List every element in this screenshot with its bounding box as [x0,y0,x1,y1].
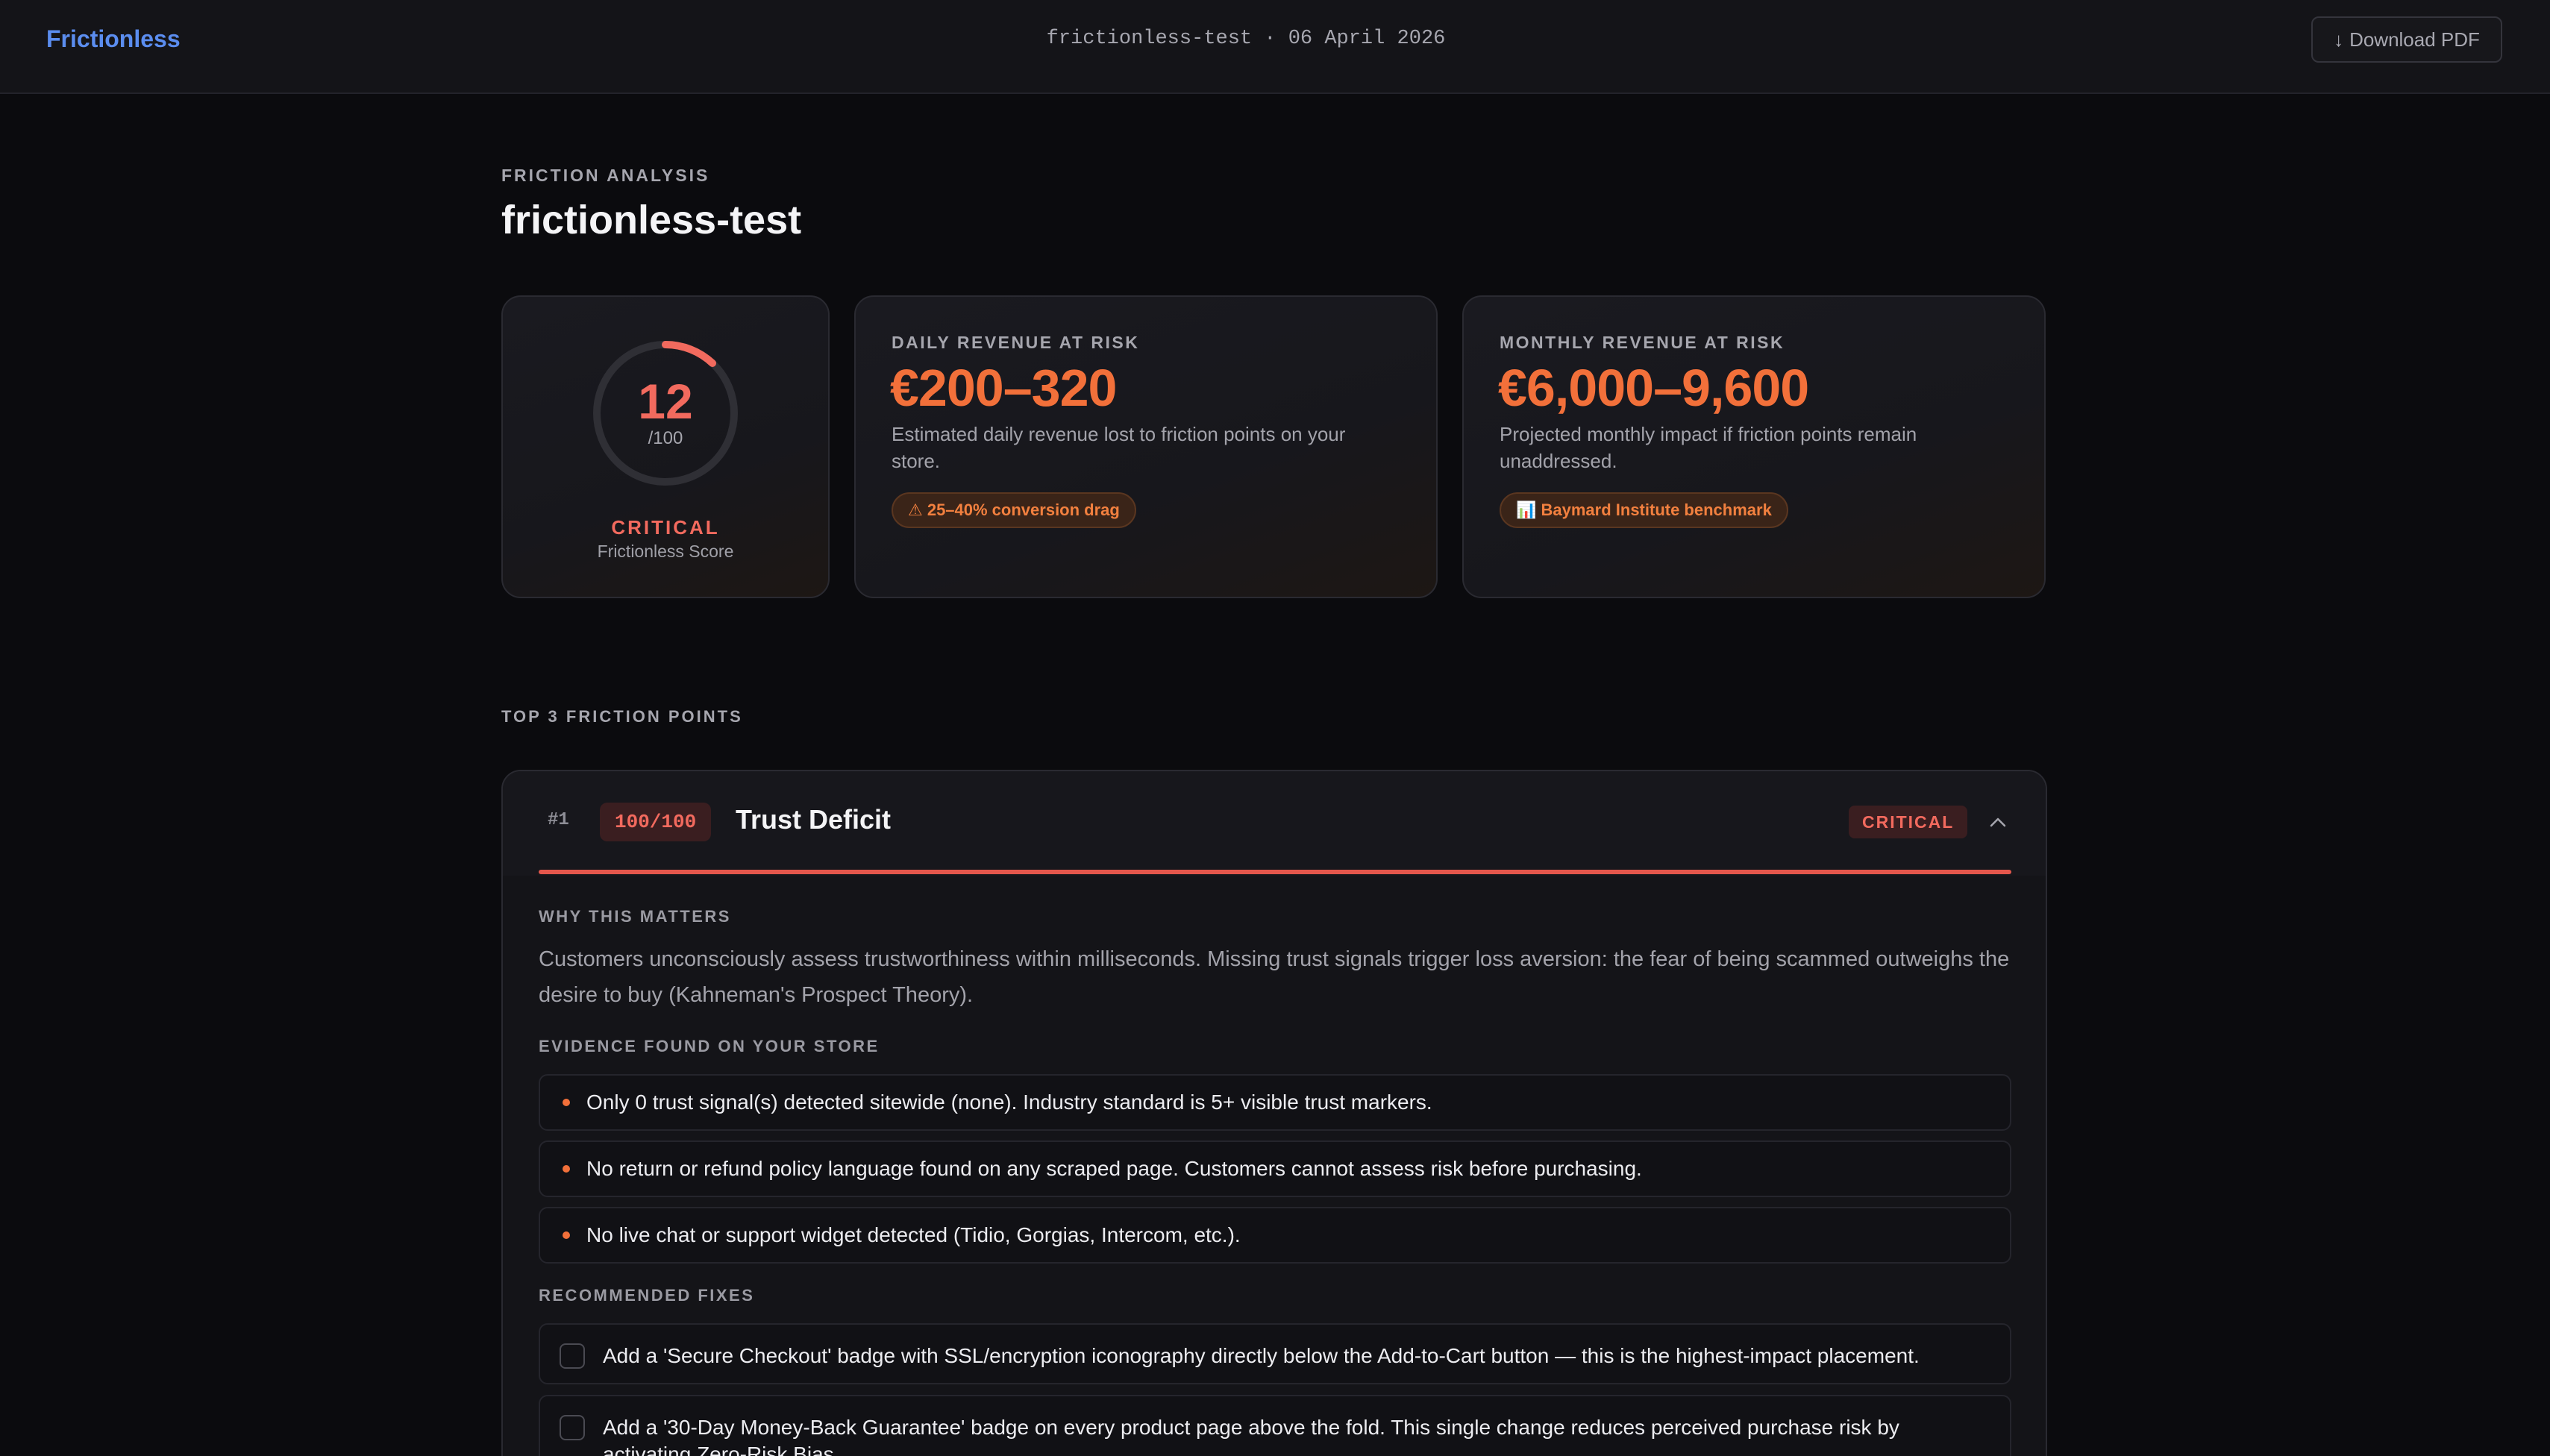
page-kicker: FRICTION ANALYSIS [501,166,710,185]
download-pdf-label: Download PDF [2349,28,2480,51]
fix-item[interactable]: Add a '30-Day Money-Back Guarantee' badg… [539,1395,2011,1456]
evidence-item: Only 0 trust signal(s) detected sitewide… [539,1074,2011,1131]
friction-score-badge: 100/100 [600,803,712,841]
arrow-down-icon: ↓ [2334,28,2344,51]
bullet-dot-icon [563,1165,570,1173]
friction-point-header[interactable]: #1 100/100 Trust Deficit CRITICAL [503,771,2046,876]
score-card: 12 /100 CRITICAL Frictionless Score [501,295,830,598]
page-title: frictionless-test [501,198,802,242]
score-caption: Frictionless Score [597,542,734,561]
monthly-revenue-value: €6,000–9,600 [1498,359,1809,417]
score-value: 12 [638,374,693,429]
section-title: TOP 3 FRICTION POINTS [501,707,743,726]
fixes-label: RECOMMENDED FIXES [539,1286,755,1305]
fix-checkbox[interactable] [560,1343,585,1369]
evidence-text: No return or refund policy language foun… [586,1157,1642,1180]
fix-checkbox[interactable] [560,1415,585,1440]
project-meta: frictionless-test · 06 April 2026 [1046,28,1446,50]
fix-text: Add a 'Secure Checkout' badge with SSL/e… [603,1344,1920,1367]
daily-revenue-card: DAILY REVENUE AT RISK €200–320 Estimated… [854,295,1438,598]
monthly-revenue-card: MONTHLY REVENUE AT RISK €6,000–9,600 Pro… [1462,295,2046,598]
severity-bar [539,870,2011,874]
download-pdf-button[interactable]: ↓ Download PDF [2311,16,2502,63]
severity-badge: CRITICAL [1849,806,1968,838]
bullet-dot-icon [563,1099,570,1106]
chevron-up-icon[interactable] [1983,806,2013,838]
evidence-item: No return or refund policy language foun… [539,1140,2011,1197]
evidence-text: No live chat or support widget detected … [586,1223,1241,1246]
fix-item[interactable]: Add a 'Secure Checkout' badge with SSL/e… [539,1323,2011,1384]
evidence-label: EVIDENCE FOUND ON YOUR STORE [539,1037,880,1055]
bullet-dot-icon [563,1231,570,1239]
daily-revenue-label: DAILY REVENUE AT RISK [892,333,1140,352]
top-bar: Frictionless frictionless-test · 06 Apri… [0,0,2550,94]
why-text: Customers unconsciously assess trustwort… [539,947,2010,1007]
daily-revenue-value: €200–320 [890,359,1117,417]
monthly-revenue-label: MONTHLY REVENUE AT RISK [1500,333,1785,352]
score-denominator: /100 [648,428,683,448]
evidence-text: Only 0 trust signal(s) detected sitewide… [586,1091,1432,1114]
benchmark-badge: 📊 Baymard Institute benchmark [1500,492,1788,528]
friction-rank: #1 [548,810,569,830]
friction-name: Trust Deficit [736,804,892,835]
daily-revenue-description: Estimated daily revenue lost to friction… [892,423,1346,472]
score-level: CRITICAL [611,516,720,539]
friction-point-panel: #1 100/100 Trust Deficit CRITICAL WHY TH… [501,770,2047,1456]
fix-text: Add a '30-Day Money-Back Guarantee' badg… [603,1416,1899,1456]
why-label: WHY THIS MATTERS [539,907,731,926]
evidence-item: No live chat or support widget detected … [539,1207,2011,1264]
conversion-drag-badge: ⚠ 25–40% conversion drag [892,492,1136,528]
monthly-revenue-description: Projected monthly impact if friction poi… [1500,423,1917,472]
